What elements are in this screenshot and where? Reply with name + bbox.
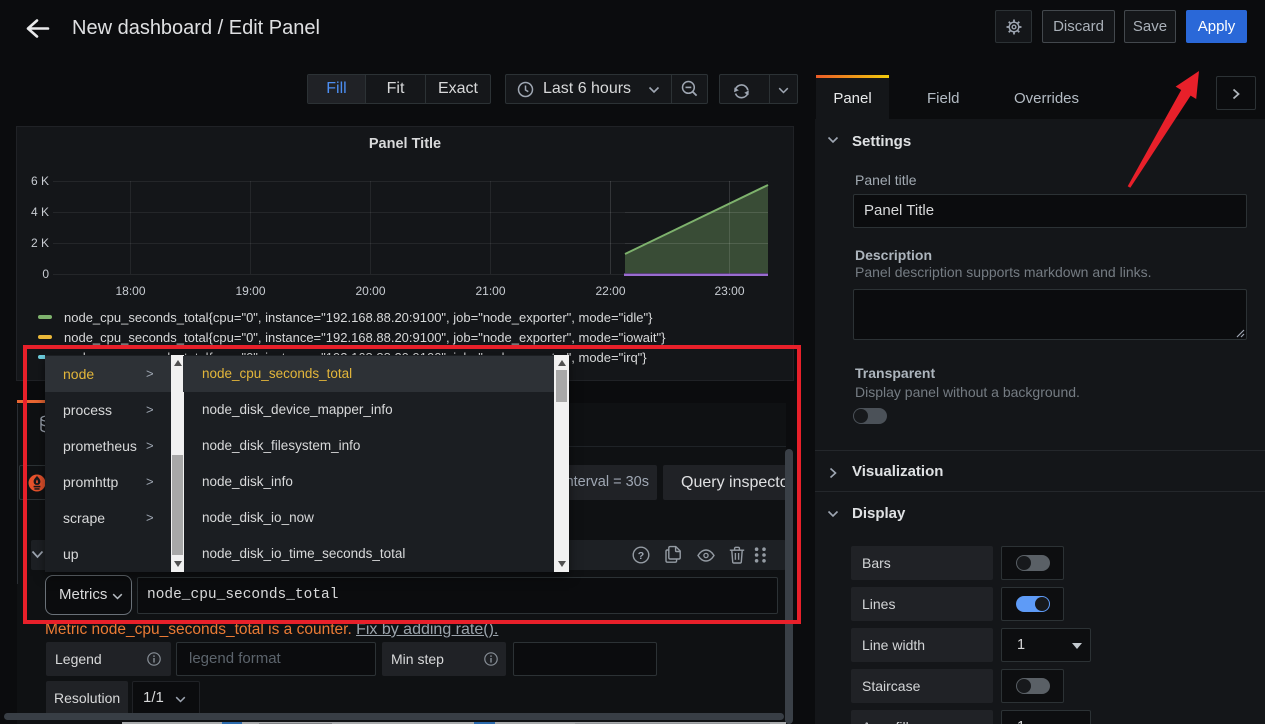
svg-text:19:00: 19:00 [235,284,265,298]
svg-text:22:00: 22:00 [595,284,625,298]
svg-text:23:00: 23:00 [714,284,744,298]
svg-text:0: 0 [42,267,49,281]
svg-text:6 K: 6 K [31,174,49,188]
svg-text:18:00: 18:00 [115,284,145,298]
svg-text:2 K: 2 K [31,236,49,250]
svg-text:20:00: 20:00 [355,284,385,298]
svg-text:21:00: 21:00 [475,284,505,298]
svg-text:4 K: 4 K [31,205,49,219]
